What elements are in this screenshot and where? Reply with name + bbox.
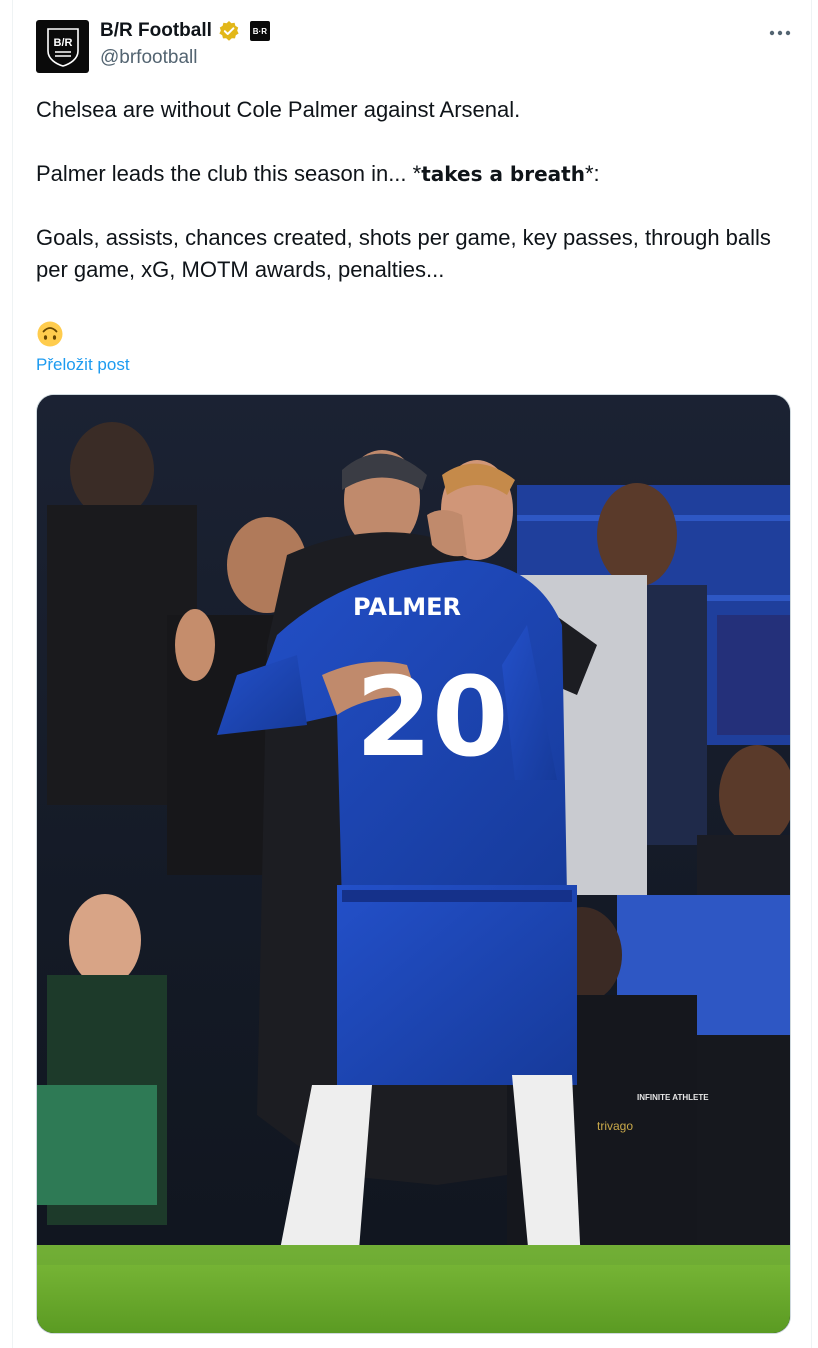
match-photo: trivago INFINITE ATHLETE PALMER 20 bbox=[37, 395, 790, 1333]
svg-text:INFINITE ATHLETE: INFINITE ATHLETE bbox=[637, 1093, 709, 1102]
br-logo-icon: B/R bbox=[46, 27, 79, 67]
post-text: Chelsea are without Cole Palmer against … bbox=[36, 94, 776, 286]
affiliate-badge[interactable]: B·R bbox=[249, 21, 270, 41]
translate-post-link[interactable]: Přeložit post bbox=[36, 355, 130, 375]
svg-text:B/R: B/R bbox=[53, 37, 72, 49]
post-text-line: Chelsea are without Cole Palmer against … bbox=[36, 97, 521, 122]
svg-text:PALMER: PALMER bbox=[353, 593, 461, 621]
svg-text:trivago: trivago bbox=[597, 1119, 633, 1133]
upside-down-face-emoji bbox=[37, 321, 63, 347]
post-text-prefix: Palmer leads the club this season in... … bbox=[36, 161, 422, 186]
post-text-line: Goals, assists, chances created, shots p… bbox=[36, 225, 771, 282]
svg-text:20: 20 bbox=[355, 653, 508, 781]
display-name[interactable]: B/R Football bbox=[100, 20, 212, 42]
more-button[interactable] bbox=[760, 20, 800, 46]
more-horizontal-icon bbox=[769, 30, 791, 36]
post-text-line: Palmer leads the club this season in... … bbox=[36, 158, 776, 190]
post-text-bold: takes a breath bbox=[421, 162, 585, 186]
avatar[interactable]: B/R bbox=[36, 20, 89, 73]
post-image[interactable]: trivago INFINITE ATHLETE PALMER 20 bbox=[36, 394, 791, 1334]
author-line: B/R Football B·R bbox=[100, 20, 270, 42]
post-text-suffix: *: bbox=[584, 161, 600, 186]
verified-badge-icon[interactable] bbox=[218, 20, 240, 42]
handle[interactable]: @brfootball bbox=[100, 47, 197, 69]
